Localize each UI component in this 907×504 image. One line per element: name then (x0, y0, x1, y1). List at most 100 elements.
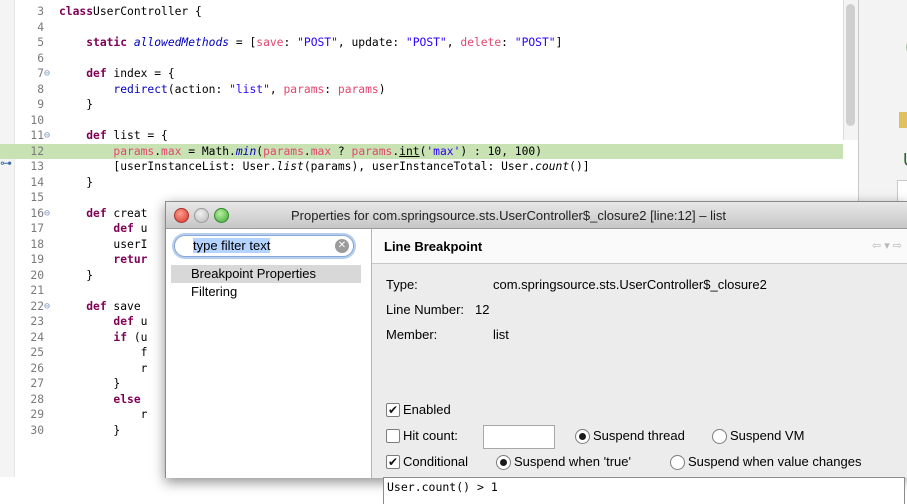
conditional-label: Conditional (403, 454, 469, 469)
type-label: Type: (386, 277, 418, 292)
enabled-checkbox[interactable]: ✔ (386, 403, 400, 417)
enabled-label: Enabled (403, 402, 451, 417)
code-token: u (133, 222, 148, 235)
code-line[interactable]: 14 } (0, 175, 843, 191)
filter-input[interactable]: type filter text ✕ (174, 235, 354, 257)
line-number: 27 (30, 377, 44, 390)
breakpoint-properties-dialog: Properties for com.springsource.sts.User… (165, 201, 907, 504)
code-line[interactable]: 4 (0, 20, 843, 36)
code-token: r (59, 408, 148, 421)
code-text: else (59, 392, 141, 408)
code-token: , update: (337, 36, 406, 49)
line-number: 4 (37, 20, 44, 34)
code-text: f (59, 345, 148, 361)
line-number: 18 (30, 237, 44, 251)
dialog-titlebar[interactable]: Properties for com.springsource.sts.User… (166, 202, 907, 229)
line-number: 20 (30, 268, 44, 282)
code-line[interactable]: 5 static allowedMethods = [save: "POST",… (0, 35, 843, 51)
minimize-window-icon[interactable] (194, 208, 209, 223)
nav-item-filtering[interactable]: Filtering (171, 283, 361, 301)
code-line[interactable]: 8 redirect(action: "list", params: param… (0, 82, 843, 98)
code-line[interactable]: 3 classUserController { (0, 4, 843, 20)
suspend-vm-radio[interactable] (712, 429, 727, 444)
suspend-thread-label: Suspend thread (593, 428, 685, 443)
code-line[interactable]: 9 } (0, 97, 843, 113)
suspend-when-true-radio[interactable] (496, 455, 511, 470)
code-text: } (59, 376, 120, 392)
zoom-window-icon[interactable] (214, 208, 229, 223)
code-token: : (501, 36, 515, 49)
code-text: classUserController { (59, 4, 202, 20)
line-number: 15 (30, 191, 44, 204)
side-panel-label: U (903, 150, 907, 171)
suspend-when-true-label: Suspend when 'true' (514, 454, 631, 469)
code-token: userI (59, 237, 148, 251)
code-token: (params), userInstanceTotal: User. (303, 160, 536, 173)
code-text: [userInstanceList: User.list(params), us… (59, 159, 589, 175)
fold-toggle-icon[interactable]: ⊖ (44, 299, 50, 315)
nav-item-breakpoint-properties[interactable]: Breakpoint Properties (171, 265, 361, 283)
breakpoint-marker-icon[interactable]: ⊶ (0, 156, 12, 170)
editor-vertical-scrollbar[interactable] (843, 0, 858, 140)
condition-text: User.count() > 1 (387, 480, 498, 494)
close-window-icon[interactable] (174, 208, 189, 223)
history-arrows-icon[interactable]: ⇦ ▾ ⇨ (872, 239, 902, 252)
condition-editor[interactable]: User.count() > 1 (383, 477, 905, 504)
line-number: 23 (30, 315, 44, 328)
code-token: save (256, 36, 284, 49)
suspend-when-changes-radio[interactable] (670, 455, 685, 470)
side-panel-icon (899, 112, 907, 128)
fold-toggle-icon[interactable]: ⊖ (44, 66, 50, 82)
code-token: UserController { (93, 5, 202, 18)
clear-filter-icon[interactable]: ✕ (335, 239, 349, 253)
code-token: params (337, 82, 379, 96)
code-line[interactable]: 7 ⊖ def index = { (0, 66, 843, 82)
dialog-title: Properties for com.springsource.sts.User… (291, 208, 726, 223)
line-number: 7 (37, 67, 44, 80)
code-token: retur (113, 253, 148, 266)
code-text: def index = { (59, 66, 174, 82)
code-token: static (86, 36, 134, 49)
hit-count-checkbox[interactable] (386, 429, 400, 443)
code-line[interactable]: 10 (0, 113, 843, 129)
code-text: r (59, 407, 148, 423)
code-text: } (59, 423, 120, 439)
line-number: 5 (37, 36, 44, 49)
code-token: def (86, 129, 107, 142)
line-number: 28 (30, 392, 44, 406)
code-token: allowedMethods (133, 36, 230, 49)
line-number: 11 (30, 129, 44, 142)
code-line[interactable]: 12 params.max = Math.min(params.max ? pa… (0, 143, 843, 159)
conditional-checkbox[interactable]: ✔ (386, 455, 400, 469)
code-line[interactable]: 11 ⊖ def list = { (0, 128, 843, 144)
filter-text: type filter text (193, 238, 271, 253)
code-text: def save (59, 299, 147, 315)
code-token: else (113, 392, 141, 406)
code-text: r (59, 361, 148, 377)
scrollbar-thumb[interactable] (846, 4, 855, 126)
hit-count-input[interactable] (483, 425, 555, 449)
fold-toggle-icon[interactable]: ⊖ (44, 128, 50, 144)
code-token: params (113, 144, 155, 158)
code-text: def u (59, 314, 147, 330)
code-token: } (59, 98, 94, 111)
code-line[interactable]: 6 (0, 51, 843, 67)
code-token: ? (331, 144, 352, 158)
code-text: def u (59, 221, 147, 237)
code-token: ] (555, 36, 563, 49)
code-token: u (133, 315, 148, 328)
code-token: = [ (229, 36, 257, 49)
fold-toggle-icon[interactable]: ⊖ (44, 206, 50, 222)
suspend-thread-radio[interactable] (575, 429, 590, 444)
code-line[interactable]: 13 [userInstanceList: User.list(params),… (0, 159, 843, 175)
code-token: [userInstanceList: User. (59, 160, 277, 173)
member-value: list (493, 327, 509, 342)
